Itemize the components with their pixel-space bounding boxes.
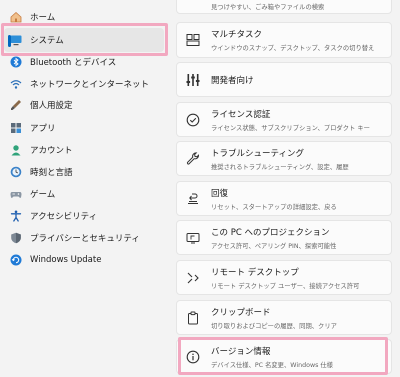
paintbrush-icon [10,99,22,111]
home-icon [10,11,22,23]
settings-card-for-developers[interactable]: 開発者向け [176,62,392,97]
sidebar-item-personalization[interactable]: 個人用設定 [4,93,164,117]
sidebar-item-label: 時刻と言語 [30,168,73,178]
sidebar: ホーム システム Bluetooth とデバイス ネットワークとインターネット … [0,0,170,377]
sidebar-item-time-language[interactable]: 時刻と言語 [4,160,164,184]
accessibility-icon [10,210,22,222]
shield-icon [10,232,22,244]
clock-globe-icon [10,166,22,178]
update-icon [10,254,22,266]
recovery-icon [186,192,200,206]
sidebar-item-windows-update[interactable]: Windows Update [4,248,164,272]
card-desc: アクセス許可、ペアリング PIN、探索可能性 [211,242,337,250]
account-icon [10,144,22,156]
settings-list: 見つけやすい、ごみ箱やファイルの検索 マルチタスク ウインドウのスナップ、デスク… [176,0,400,377]
sidebar-item-apps[interactable]: アプリ [4,116,164,140]
card-title: この PC へのプロジェクション [211,227,330,238]
card-desc: 推奨されるトラブルシューティング、設定、履歴 [211,163,349,171]
card-title: トラブルシューティング [211,148,304,159]
multitask-icon [186,33,200,47]
card-title: 開発者向け [211,75,254,86]
card-title: ライセンス認証 [211,109,271,120]
card-desc: ライセンス状態、サブスクリプション、プロダクト キー [211,124,370,132]
highlight-frame-about [178,337,388,375]
sidebar-item-label: アクセシビリティ [30,212,98,222]
settings-card-troubleshoot[interactable]: トラブルシューティング 推奨されるトラブルシューティング、設定、履歴 [176,141,392,176]
sidebar-item-gaming[interactable]: ゲーム [4,182,164,206]
sidebar-item-accessibility[interactable]: アクセシビリティ [4,204,164,228]
gamepad-icon [10,188,22,200]
sidebar-item-label: プライバシーとセキュリティ [30,234,140,244]
wifi-icon [10,78,22,90]
activation-icon [186,113,200,127]
sidebar-item-label: Bluetooth とデバイス [30,58,117,68]
sidebar-item-label: 個人用設定 [30,101,73,111]
settings-card-recovery[interactable]: 回復 リセット、スタートアップの詳細設定、戻る [176,181,392,216]
card-title: クリップボード [211,307,271,318]
sidebar-item-label: ホーム [30,13,56,23]
settings-card-projecting[interactable]: この PC へのプロジェクション アクセス許可、ペアリング PIN、探索可能性 [176,220,392,255]
wrench-icon [186,151,200,166]
card-desc: リセット、スタートアップの詳細設定、戻る [211,203,337,211]
card-title: マルチタスク [211,30,263,40]
remote-desktop-icon [186,271,200,285]
card-desc: リモート デスクトップ ユーザー、接続アクセス許可 [211,282,360,290]
sidebar-item-accounts[interactable]: アカウント [4,138,164,162]
sidebar-item-privacy-security[interactable]: プライバシーとセキュリティ [4,226,164,250]
card-desc: 切り取りおよびコピーの履歴、同期、クリア [211,322,337,330]
card-title: リモート デスクトップ [211,267,299,278]
card-title: 回復 [211,188,229,199]
highlight-frame-system [1,23,168,56]
sidebar-item-label: ネットワークとインターネット [30,80,150,90]
sidebar-item-label: Windows Update [30,255,102,265]
sidebar-item-label: アプリ [30,124,56,134]
bluetooth-icon [10,56,22,68]
card-desc: ウインドウのスナップ、デスクトップ、タスクの切り替え [211,45,375,52]
apps-icon [10,122,22,134]
card-desc: 見つけやすい、ごみ箱やファイルの検索 [211,4,325,11]
card-icon [186,0,200,9]
sidebar-item-label: アカウント [30,146,73,156]
settings-card-storage-sense[interactable]: 見つけやすい、ごみ箱やファイルの検索 [176,0,392,14]
settings-card-activation[interactable]: ライセンス認証 ライセンス状態、サブスクリプション、プロダクト キー [176,102,392,137]
settings-card-clipboard[interactable]: クリップボード 切り取りおよびコピーの履歴、同期、クリア [176,300,392,335]
settings-card-remote-desktop[interactable]: リモート デスクトップ リモート デスクトップ ユーザー、接続アクセス許可 [176,260,392,295]
projection-icon [186,231,200,245]
settings-card-multitasking[interactable]: マルチタスク ウインドウのスナップ、デスクトップ、タスクの切り替え [176,22,392,58]
sidebar-item-label: ゲーム [30,190,56,200]
clipboard-icon [186,311,200,325]
developer-icon [186,73,200,87]
